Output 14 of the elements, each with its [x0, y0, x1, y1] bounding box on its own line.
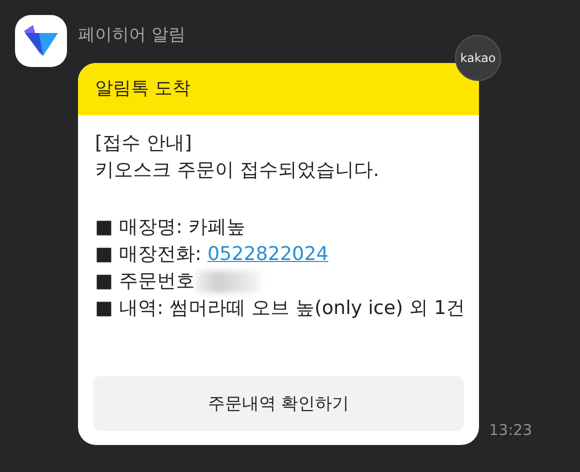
sender-name: 페이히어 알림 [78, 24, 186, 46]
message-text: ■ 매장전화: 0522822024 [95, 242, 330, 267]
message-header: 알림톡 도착 [78, 63, 479, 115]
phone-link[interactable]: 0522822024 [207, 243, 328, 265]
view-order-button[interactable]: 주문내역 확인하기 [93, 376, 464, 431]
message-text: ■ 주문번호 [95, 269, 195, 294]
kakao-badge: kakao [455, 35, 501, 81]
message-text: ■ 내역: 썸머라떼 오브 높(only ice) 외 1건 [95, 296, 466, 321]
message-text: [접수 안내] [95, 131, 193, 156]
blurred-value [195, 270, 261, 292]
message-text: ■ 매장명: 카페높 [95, 215, 246, 240]
app-logo-icon [15, 15, 67, 67]
message-time: 13:23 [489, 421, 532, 439]
message-text: 키오스크 주문이 접수되었습니다. [95, 158, 380, 183]
